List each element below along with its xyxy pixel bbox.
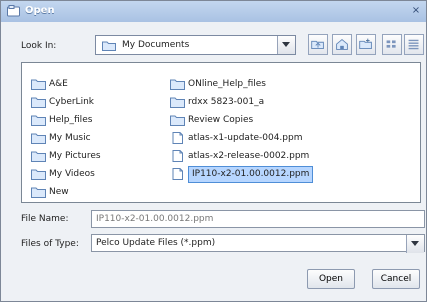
folder-icon [170,115,185,126]
file-icon [172,168,183,180]
folder-icon [102,41,116,51]
open-button[interactable]: Open [307,269,355,289]
list-item-label: rdxx 5823-001_a [188,97,265,107]
cancel-button[interactable]: Cancel [372,269,420,289]
list-item-label: IP110-x2-01.00.0012.ppm [188,166,314,183]
list-item-label: My Videos [49,169,95,179]
title-bar: Open × [1,1,426,22]
open-dialog: Open × Look In: My Documents A&E CyberLin… [0,0,427,302]
folder-icon [31,169,46,180]
details-view-button[interactable] [404,34,424,55]
folder-icon [31,133,46,144]
file-type-label: Files of Type: [21,239,79,249]
look-in-value: My Documents [122,40,190,50]
look-in-dropdown[interactable]: My Documents [95,35,296,55]
list-item-label: Review Copies [188,115,254,125]
list-view-icon [386,40,396,48]
details-view-icon [408,39,419,50]
file-icon [172,150,183,162]
folder-icon [31,79,46,90]
file-type-value: Pelco Update Files (*.ppm) [96,238,216,248]
list-item-label: Help_files [49,115,93,125]
up-folder-button[interactable] [308,34,328,55]
folder-icon [170,97,185,108]
file-icon [172,132,183,144]
chevron-down-icon[interactable] [277,36,295,54]
chevron-down-icon[interactable] [406,235,424,253]
list-item-label: atlas-x2-release-0002.ppm [188,151,310,161]
folder-icon [31,187,46,198]
dialog-icon [7,5,20,17]
folder-icon [31,151,46,162]
window-title: Open [25,5,55,16]
new-folder-button[interactable] [356,34,376,55]
home-button[interactable] [332,34,352,55]
file-type-dropdown[interactable]: Pelco Update Files (*.ppm) [91,234,425,253]
look-in-label: Look In: [21,41,57,51]
list-view-button[interactable] [382,34,402,55]
file-name-label: File Name: [21,214,69,224]
list-item-label: New [49,187,69,197]
close-button[interactable]: × [409,4,423,18]
up-folder-icon [311,40,324,49]
folder-icon [170,79,185,90]
file-name-input[interactable] [91,210,425,228]
list-item-label: My Music [49,133,91,143]
home-icon [336,38,348,50]
folder-icon [31,115,46,126]
list-item-label: atlas-x1-update-004.ppm [188,133,303,143]
list-item-label: My Pictures [49,151,101,161]
new-folder-icon [359,38,372,49]
list-item-label: A&E [49,79,68,89]
folder-icon [31,97,46,108]
list-item-label: ONline_Help_files [188,79,266,89]
list-item-label: CyberLink [49,97,94,107]
file-list-pane[interactable]: A&E CyberLink Help_files My Music My Picture… [21,62,421,203]
